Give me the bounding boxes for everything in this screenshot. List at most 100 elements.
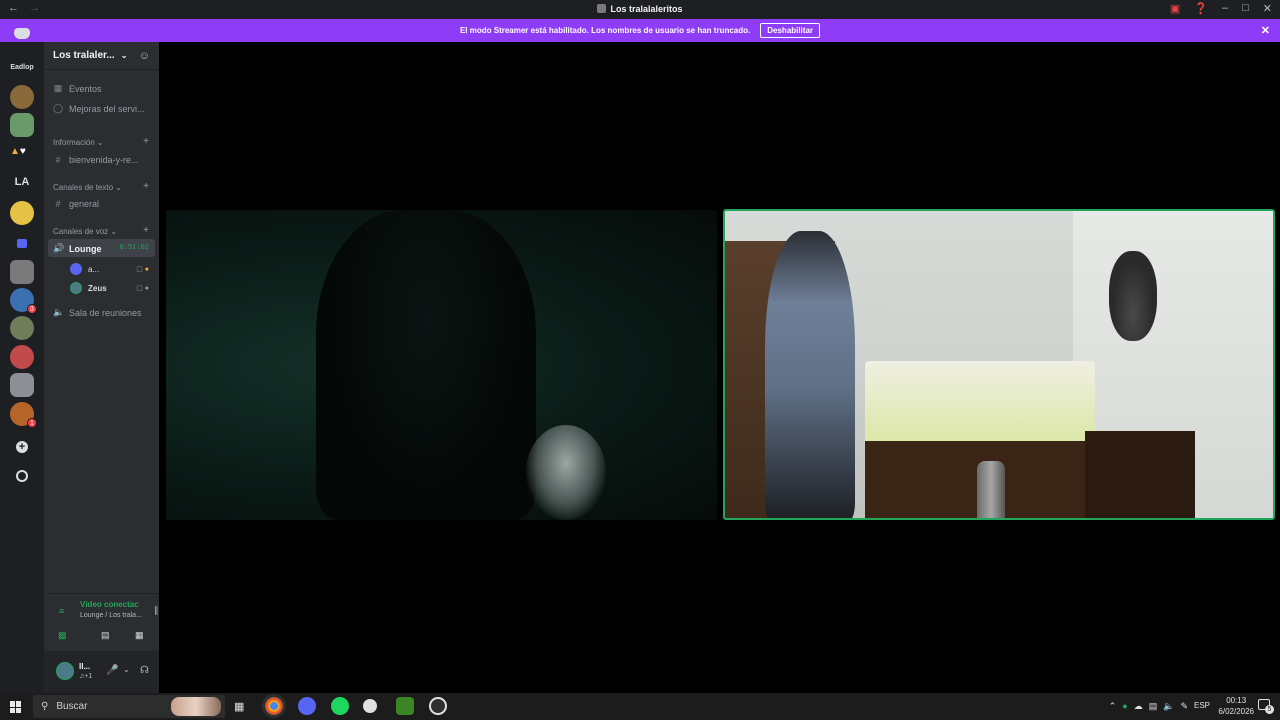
chevron-up-icon[interactable]: ⌃ <box>1109 701 1117 712</box>
add-server-icon[interactable]: + <box>16 441 28 453</box>
events-label: Eventos <box>69 83 102 94</box>
chevron-down-icon: ⌄ <box>120 51 128 60</box>
boost-icon: ◯ <box>53 103 64 113</box>
headphones-icon[interactable]: ☊ <box>140 665 149 676</box>
tray-app-icon[interactable]: ☁ <box>1134 701 1143 712</box>
chevron-down-icon[interactable]: ⌄ <box>123 665 130 674</box>
video-nightstand <box>1085 431 1195 518</box>
avatar <box>70 263 82 275</box>
chrome-icon[interactable] <box>262 694 286 718</box>
add-channel-icon[interactable]: + <box>143 181 149 192</box>
add-member-icon[interactable]: ☺ <box>139 50 150 62</box>
voice-member[interactable]: Zeus <box>70 282 107 294</box>
hash-icon: # <box>55 155 61 165</box>
channel-general[interactable]: # general <box>53 199 99 209</box>
guild-header[interactable]: Los tralaler... ⌄ ☺ <box>44 42 159 70</box>
category-info[interactable]: Información ⌄ <box>53 138 104 147</box>
discord-logo-icon[interactable] <box>14 28 30 39</box>
noise-suppression-icon[interactable]: ∥ <box>154 605 159 616</box>
discover-icon[interactable] <box>16 470 28 482</box>
server-icon[interactable] <box>10 113 34 137</box>
guild-name: Los tralaler... <box>53 50 115 61</box>
windows-start-icon[interactable] <box>10 701 22 713</box>
close-banner-icon[interactable]: ✕ <box>1261 24 1270 37</box>
server-icon[interactable] <box>10 345 34 369</box>
discord-app-icon[interactable] <box>298 697 316 715</box>
server-icon[interactable] <box>10 316 34 340</box>
pen-icon[interactable]: ✎ <box>1180 701 1188 712</box>
server-icon[interactable]: 1 <box>10 402 37 428</box>
speaker-icon: 🔊 <box>53 243 65 253</box>
events-link[interactable]: ▦ Eventos <box>53 83 102 94</box>
user-name[interactable]: Il... <box>79 662 90 671</box>
window-title: Los tralalaleritos <box>610 4 683 14</box>
video-highlight <box>526 425 606 520</box>
channel-label: Lounge <box>69 243 102 254</box>
add-channel-icon[interactable]: + <box>143 136 149 147</box>
video-tile-dark[interactable] <box>166 210 717 520</box>
avatar <box>70 282 82 294</box>
app-status-icon[interactable]: ● <box>1122 701 1127 712</box>
obs-icon[interactable] <box>429 697 447 715</box>
server-icon[interactable] <box>10 260 34 284</box>
channel-label: bienvenida-y-re... <box>69 155 139 165</box>
spotify-icon[interactable] <box>331 697 349 715</box>
microphone-icon[interactable]: 🎤 <box>106 665 118 676</box>
category-voice[interactable]: Canales de voz ⌄ <box>53 227 117 236</box>
member-status-icons: ▢ ● <box>136 266 149 273</box>
clock-date: 6/02/2026 <box>1218 707 1254 716</box>
minecraft-icon[interactable] <box>396 697 414 715</box>
taskbar-search[interactable]: ⚲ Buscar <box>33 695 225 718</box>
help-icon[interactable]: ❓ <box>1194 2 1208 15</box>
streamer-mode-icon[interactable]: ▣ <box>1170 2 1180 15</box>
system-tray: ⌃ ● ☁ ▤ 🔈 ✎ ESP <box>1109 701 1210 712</box>
minimize-button[interactable]: – <box>1222 2 1228 15</box>
channel-bienvenida[interactable]: # bienvenida-y-re... <box>53 155 139 165</box>
member-status-icons: ▢ ● <box>136 285 149 292</box>
task-view-icon[interactable]: ▦ <box>234 700 244 713</box>
category-label: Información <box>53 138 95 147</box>
notification-icon[interactable]: 5 <box>1258 699 1274 714</box>
boost-link[interactable]: ◯ Mejoras del servi... <box>53 103 145 114</box>
camera-button[interactable]: ▩ <box>58 630 67 641</box>
banner-message: El modo Streamer está habilitado. Los no… <box>459 26 751 35</box>
video-silhouette <box>316 210 536 520</box>
warning-heart-icon[interactable]: ▲♥ <box>10 146 26 157</box>
video-person <box>765 231 855 518</box>
voice-status[interactable]: Vídeo conectac <box>80 600 146 609</box>
search-icon: ⚲ <box>41 701 49 712</box>
user-avatar[interactable] <box>56 662 74 680</box>
voice-location[interactable]: Lounge / Los trala... <box>80 612 142 619</box>
activities-button[interactable]: ▦ <box>135 630 144 641</box>
search-highlight-image <box>171 697 221 716</box>
video-grid <box>159 42 1280 693</box>
video-guitar <box>1109 251 1157 341</box>
steam-icon[interactable] <box>363 699 377 713</box>
server-list: Eadlop ▲♥ LA 3 1 + <box>0 42 44 693</box>
server-la[interactable]: LA <box>0 176 44 188</box>
network-icon[interactable]: ▤ <box>1149 701 1158 712</box>
channel-sala[interactable]: 🔈 Sala de reuniones <box>53 307 142 318</box>
screen-share-button[interactable]: ▤ <box>101 630 110 641</box>
add-channel-icon[interactable]: + <box>143 225 149 236</box>
taskbar: ⚲ Buscar ▦ ⌃ ● ☁ ▤ 🔈 ✎ ESP 00:13 6/02/20… <box>0 693 1280 720</box>
disable-streamer-button[interactable]: Deshabilitar <box>760 23 821 38</box>
server-icon[interactable] <box>10 201 34 225</box>
hash-icon: # <box>55 199 61 209</box>
channel-lounge[interactable]: 🔊 Lounge <box>53 243 102 254</box>
video-tile-speaking[interactable] <box>723 209 1275 520</box>
category-text[interactable]: Canales de texto ⌄ <box>53 183 122 192</box>
volume-icon[interactable]: 🔈 <box>1163 701 1174 712</box>
voice-member[interactable]: a... <box>70 263 99 275</box>
notification-count: 5 <box>1265 705 1274 714</box>
language-indicator[interactable]: ESP <box>1194 701 1210 712</box>
server-icon[interactable] <box>10 373 34 397</box>
maximize-button[interactable]: □ <box>1242 2 1249 15</box>
folder-icon[interactable] <box>17 239 27 248</box>
video-bed <box>865 361 1095 451</box>
calendar-icon: ▦ <box>53 83 63 93</box>
close-window-button[interactable]: ✕ <box>1263 2 1272 15</box>
server-icon[interactable] <box>10 85 34 109</box>
clock[interactable]: 00:13 6/02/2026 <box>1218 695 1254 717</box>
server-icon[interactable]: 3 <box>10 288 37 314</box>
